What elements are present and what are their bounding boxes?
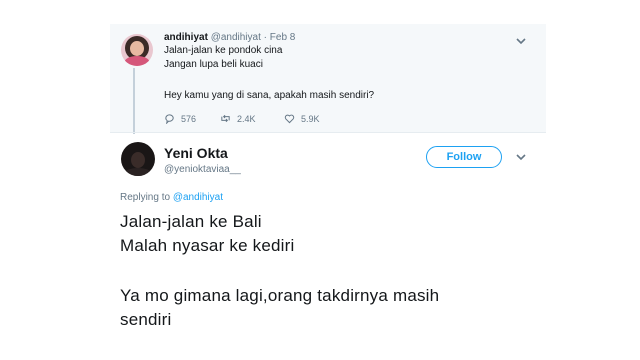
like-button[interactable]: 5.9K bbox=[284, 113, 320, 124]
chevron-down-icon[interactable] bbox=[514, 152, 528, 162]
quoted-tweet-header: andihiyat @andihiyat · Feb 8 bbox=[164, 32, 295, 43]
heart-icon bbox=[284, 114, 295, 124]
quoted-text-line: Jangan lupa beli kuaci bbox=[164, 59, 263, 70]
tweet-text-line: Malah nyasar ke kediri bbox=[120, 236, 295, 255]
reply-button[interactable]: 576 bbox=[164, 113, 196, 124]
like-count: 5.9K bbox=[301, 113, 320, 124]
retweet-button[interactable]: 2.4K bbox=[220, 113, 256, 124]
author-name[interactable]: Yeni Okta bbox=[164, 145, 228, 161]
avatar[interactable] bbox=[121, 34, 153, 66]
replying-to-label: Replying to bbox=[120, 192, 171, 203]
tweet-text-line: sendiri bbox=[120, 310, 172, 329]
retweet-count: 2.4K bbox=[237, 113, 256, 124]
retweet-icon bbox=[221, 114, 230, 123]
quoted-author-handle[interactable]: @andihiyat bbox=[211, 32, 261, 43]
author-handle[interactable]: @yenioktaviaa__ bbox=[164, 164, 241, 175]
replying-to: Replying to @andihiyat bbox=[120, 192, 223, 203]
quoted-date[interactable]: Feb 8 bbox=[270, 32, 296, 43]
thread-connector bbox=[133, 68, 135, 134]
header-dot: · bbox=[263, 32, 267, 43]
chevron-down-icon[interactable] bbox=[514, 36, 528, 46]
quoted-text-line: Jalan-jalan ke pondok cina bbox=[164, 45, 283, 56]
tweet-text-line: Ya mo gimana lagi,orang takdirnya masih bbox=[120, 286, 440, 305]
quoted-text-line: Hey kamu yang di sana, apakah masih send… bbox=[164, 90, 375, 101]
avatar[interactable] bbox=[121, 142, 155, 176]
quoted-author-name[interactable]: andihiyat bbox=[164, 32, 208, 43]
divider bbox=[110, 132, 546, 133]
reply-count: 576 bbox=[181, 113, 197, 124]
tweet-text-line: Jalan-jalan ke Bali bbox=[120, 212, 262, 231]
reply-icon bbox=[165, 114, 174, 124]
replying-to-link[interactable]: @andihiyat bbox=[173, 192, 223, 203]
follow-button[interactable]: Follow bbox=[426, 146, 502, 168]
